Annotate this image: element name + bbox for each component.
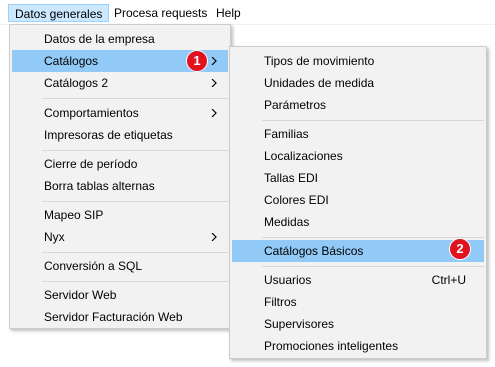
menu-item-cierre-periodo[interactable]: Cierre de período [12,153,228,175]
submenu-item-parametros[interactable]: Parámetros [232,94,484,116]
menu-separator [42,281,228,282]
menu-datos-generales[interactable]: Datos generales [8,4,110,22]
submenu-item-colores-edi[interactable]: Colores EDI [232,189,484,211]
menu-item-datos-empresa[interactable]: Datos de la empresa [12,28,228,50]
menu-item-label: Comportamientos [44,106,139,120]
chevron-right-icon [210,102,218,124]
menu-item-label: Parámetros [264,98,327,112]
submenu-item-medidas[interactable]: Medidas [232,211,484,233]
chevron-right-icon [210,226,218,248]
menu-item-label: Impresoras de etiquetas [44,128,173,142]
chevron-right-icon [210,72,218,94]
menu-item-label: Servidor Facturación Web [44,310,183,324]
shortcut-text: Ctrl+U [431,273,466,287]
submenu-item-localizaciones[interactable]: Localizaciones [232,145,484,167]
menu-separator [42,201,228,202]
submenu-item-usuarios[interactable]: Usuarios Ctrl+U [232,269,484,291]
step-badge-1: 1 [186,50,208,72]
menu-separator [262,237,484,238]
menu-item-label: Catálogos Básicos [264,244,364,258]
menu-item-label: Supervisores [264,317,335,331]
menu-item-servidor-facturacion-web[interactable]: Servidor Facturación Web [12,306,228,328]
menu-item-label: Localizaciones [264,149,343,163]
menu-item-nyx[interactable]: Nyx [12,226,228,248]
submenu-item-tallas-edi[interactable]: Tallas EDI [232,167,484,189]
step-badge-2: 2 [449,238,471,260]
menu-item-comportamientos[interactable]: Comportamientos [12,102,228,124]
submenu-item-filtros[interactable]: Filtros [232,291,484,313]
menu-item-label: Catálogos [44,54,99,68]
submenu-item-familias[interactable]: Familias [232,123,484,145]
menu-separator [42,252,228,253]
menu-item-impresoras-etiquetas[interactable]: Impresoras de etiquetas [12,124,228,146]
menu-item-label: Usuarios [264,273,312,287]
menu-item-conversion-sql[interactable]: Conversión a SQL [12,255,228,277]
menu-item-label: Nyx [44,230,65,244]
menu-help[interactable]: Help [210,4,247,22]
menu-item-label: Conversión a SQL [44,259,143,273]
menu-item-label: Medidas [264,215,310,229]
menu-item-label: Promociones inteligentes [264,339,399,353]
menu-separator [42,98,228,99]
menu-item-servidor-web[interactable]: Servidor Web [12,284,228,306]
menu-item-label: Datos de la empresa [44,32,155,46]
menu-item-label: Tallas EDI [264,171,319,185]
submenu-item-promociones-inteligentes[interactable]: Promociones inteligentes [232,335,484,357]
menu-procesa-requests[interactable]: Procesa requests [108,4,213,22]
menu-item-mapeo-sip[interactable]: Mapeo SIP [12,204,228,226]
menu-item-label: Unidades de medida [264,76,375,90]
menu-item-label: Borra tablas alternas [44,179,155,193]
menu-item-label: Catálogos 2 [44,76,109,90]
menu-item-label: Filtros [264,295,297,309]
menu-bar: Datos generales Procesa requests Help [0,0,495,25]
chevron-right-icon [210,50,218,72]
menu-separator [262,266,484,267]
menu-item-label: Colores EDI [264,193,329,207]
menu-separator [42,150,228,151]
menu-item-label: Tipos de movimiento [264,54,375,68]
submenu-item-tipos-movimiento[interactable]: Tipos de movimiento [232,50,484,72]
menu-item-borra-tablas[interactable]: Borra tablas alternas [12,175,228,197]
submenu-item-catalogos-basicos[interactable]: Catálogos Básicos [232,240,484,262]
submenu-item-unidades-medida[interactable]: Unidades de medida [232,72,484,94]
menu-item-label: Familias [264,127,309,141]
menu-separator [262,120,484,121]
menu-item-label: Servidor Web [44,288,117,302]
catalogos-submenu: Tipos de movimiento Unidades de medida P… [229,46,487,359]
menu-item-label: Cierre de período [44,157,138,171]
submenu-item-supervisores[interactable]: Supervisores [232,313,484,335]
menu-item-catalogos-2[interactable]: Catálogos 2 [12,72,228,94]
menu-item-label: Mapeo SIP [44,208,104,222]
